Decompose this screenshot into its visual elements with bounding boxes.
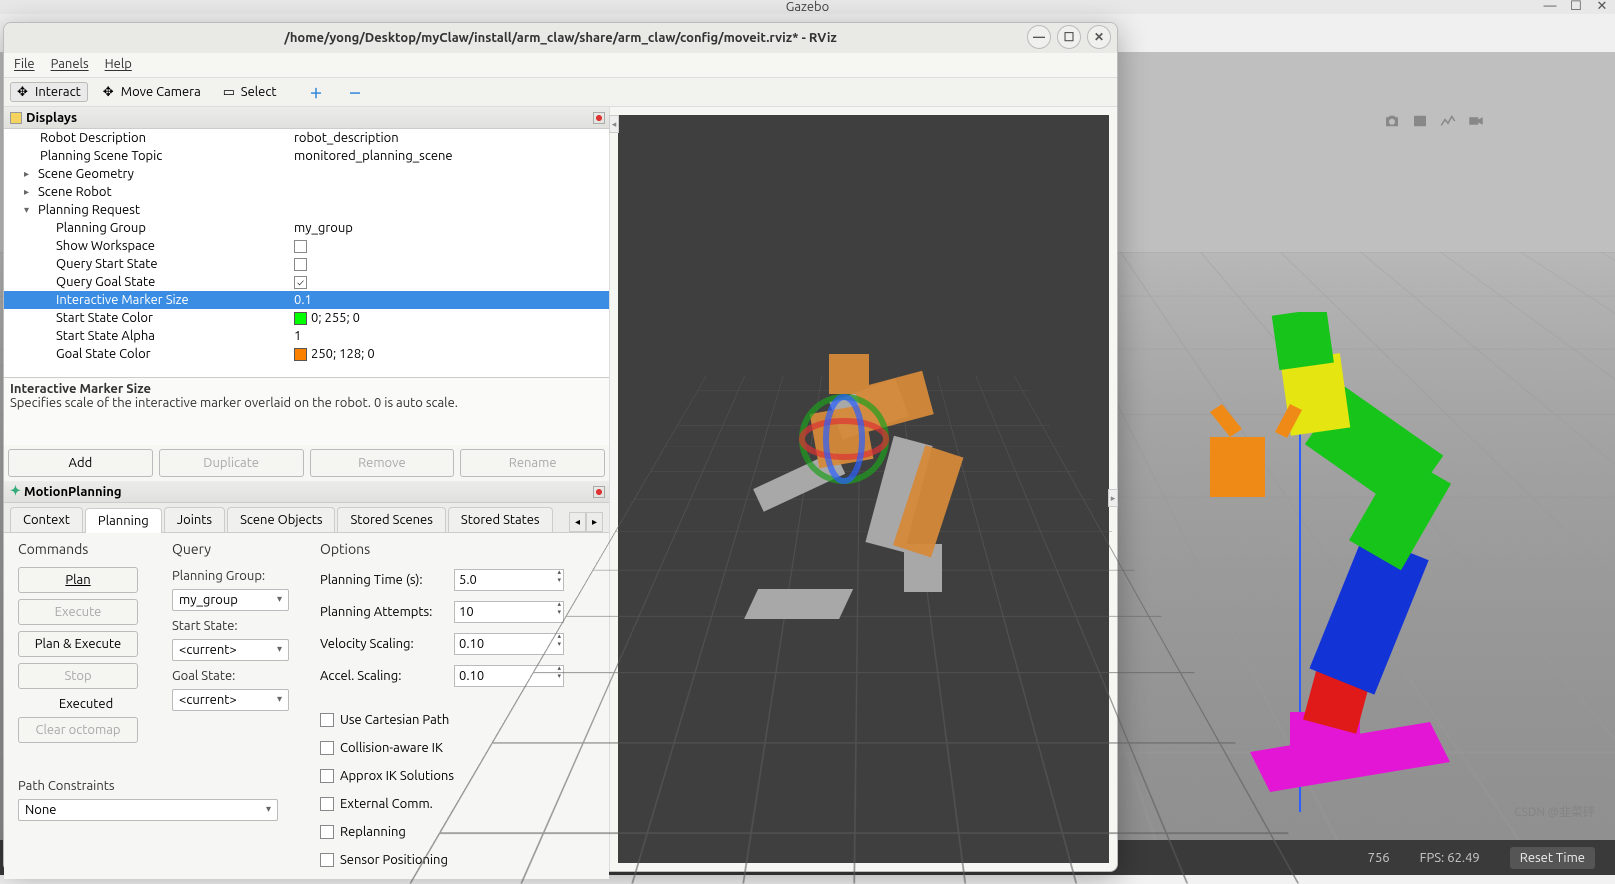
tab-joints[interactable]: Joints — [164, 507, 225, 532]
menubar: File Panels Help — [4, 53, 1117, 77]
displays-panel-header[interactable]: Displays — [4, 107, 609, 129]
watermark: CSDN @韭菜砰 — [1514, 803, 1595, 820]
motionplanning-panel-header[interactable]: ✦ MotionPlanning — [4, 481, 609, 503]
checkbox[interactable] — [320, 741, 334, 755]
add-button[interactable]: Add — [8, 449, 153, 477]
tab-context[interactable]: Context — [10, 507, 83, 532]
tab-scroll-left-icon[interactable]: ◂ — [569, 512, 586, 532]
color-swatch[interactable] — [294, 348, 307, 361]
remove-button: Remove — [310, 449, 455, 477]
checkbox[interactable]: ✓ — [294, 276, 307, 289]
rviz-title: /home/yong/Desktop/myClaw/install/arm_cl… — [284, 31, 837, 45]
expander-icon[interactable]: ▾ — [24, 204, 34, 216]
gazebo-maximize-icon[interactable]: ☐ — [1569, 0, 1583, 13]
reset-time-button[interactable]: Reset Time — [1510, 847, 1595, 869]
panel-close-icon[interactable] — [593, 112, 605, 124]
checkbox[interactable] — [320, 853, 334, 867]
gazebo-view-toolbar — [1383, 112, 1485, 130]
cursor-icon: ✥ — [17, 85, 31, 99]
gazebo-close-icon[interactable]: ✕ — [1595, 0, 1609, 13]
planning-attempts-input[interactable]: 10 — [454, 601, 564, 623]
duplicate-button: Duplicate — [159, 449, 304, 477]
menu-file[interactable]: File — [14, 57, 35, 73]
clear-octomap-button: Clear octomap — [18, 717, 138, 743]
gazebo-robot-model — [1190, 312, 1470, 812]
color-swatch[interactable] — [294, 312, 307, 325]
expander-icon[interactable]: ▸ — [24, 168, 34, 180]
plan-button[interactable]: Plan — [18, 567, 138, 593]
tab-scene-objects[interactable]: Scene Objects — [227, 507, 335, 532]
checkbox[interactable] — [320, 825, 334, 839]
add-tool-icon[interactable]: ＋ — [310, 83, 323, 102]
checkbox[interactable] — [320, 797, 334, 811]
plan-execute-button[interactable]: Plan & Execute — [18, 631, 138, 657]
expander-icon[interactable]: ▸ — [24, 186, 34, 198]
toolbar: ✥Interact ✥Move Camera ▭Select ＋ － — [4, 77, 1117, 107]
stop-button: Stop — [18, 663, 138, 689]
tab-stored-states[interactable]: Stored States — [448, 507, 553, 532]
planning-group-combo[interactable]: my_group — [172, 589, 289, 611]
mp-tabs: Context Planning Joints Scene Objects St… — [4, 503, 609, 533]
checkbox[interactable] — [294, 240, 307, 253]
path-constraints-combo[interactable]: None — [18, 799, 278, 821]
plot-icon[interactable] — [1439, 112, 1457, 130]
tool-move-camera[interactable]: ✥Move Camera — [96, 82, 208, 102]
tab-stored-scenes[interactable]: Stored Scenes — [337, 507, 445, 532]
property-description: Interactive Marker Size Specifies scale … — [4, 377, 609, 445]
panel-close-icon[interactable] — [593, 486, 605, 498]
menu-panels[interactable]: Panels — [51, 57, 89, 73]
gazebo-status-value: 756 — [1368, 851, 1390, 865]
planning-time-input[interactable]: 5.0 — [454, 569, 564, 591]
gazebo-title: Gazebo — [786, 0, 830, 14]
tab-scroll-right-icon[interactable]: ▸ — [586, 512, 603, 532]
close-icon[interactable]: ✕ — [1087, 25, 1111, 49]
start-state-combo[interactable]: <current> — [172, 639, 289, 661]
rviz-3d-viewport[interactable]: ◂ ▸ — [618, 115, 1109, 863]
collapse-right-icon[interactable]: ▸ — [1108, 489, 1118, 507]
tree-row-selected[interactable]: Interactive Marker Size0.1 — [4, 291, 609, 309]
displays-tree[interactable]: Robot Descriptionrobot_description Plann… — [4, 129, 609, 377]
menu-help[interactable]: Help — [105, 57, 132, 73]
checkbox[interactable] — [294, 258, 307, 271]
execute-button: Execute — [18, 599, 138, 625]
goal-state-combo[interactable]: <current> — [172, 689, 289, 711]
gazebo-minimize-icon[interactable]: — — [1543, 0, 1557, 13]
rviz-titlebar[interactable]: /home/yong/Desktop/myClaw/install/arm_cl… — [4, 23, 1117, 53]
remove-tool-icon[interactable]: － — [349, 83, 362, 102]
minimize-icon[interactable]: — — [1027, 25, 1051, 49]
executed-label: Executed — [18, 697, 154, 711]
gazebo-fps: 62.49 — [1447, 851, 1480, 865]
rename-button: Rename — [460, 449, 605, 477]
checkbox[interactable] — [320, 713, 334, 727]
collapse-left-icon[interactable]: ◂ — [609, 115, 619, 133]
tool-select[interactable]: ▭Select — [216, 82, 284, 102]
record-icon[interactable] — [1467, 112, 1485, 130]
select-icon: ▭ — [223, 85, 237, 99]
gazebo-titlebar: Gazebo — ☐ ✕ — [0, 0, 1615, 14]
rviz-robot-model[interactable] — [714, 319, 1014, 659]
log-icon[interactable] — [1411, 112, 1429, 130]
camera-icon[interactable] — [1383, 112, 1401, 130]
checkbox[interactable] — [320, 769, 334, 783]
move-icon: ✥ — [103, 85, 117, 99]
rviz-window: /home/yong/Desktop/myClaw/install/arm_cl… — [3, 22, 1118, 872]
tool-interact[interactable]: ✥Interact — [10, 82, 88, 102]
tab-planning[interactable]: Planning — [85, 508, 162, 533]
displays-icon — [10, 112, 22, 124]
motionplanning-icon: ✦ — [10, 484, 21, 499]
maximize-icon[interactable]: ☐ — [1057, 25, 1081, 49]
